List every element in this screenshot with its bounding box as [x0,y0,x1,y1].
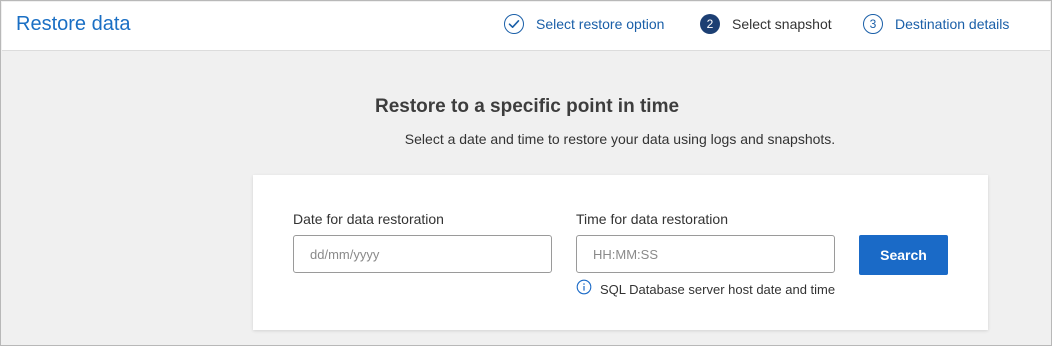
step-label-select-snapshot: Select snapshot [732,16,832,32]
info-icon [576,279,592,300]
step-select-restore-option[interactable]: Select restore option [504,12,664,36]
time-hint: SQL Database server host date and time [576,279,835,300]
step-label-select-restore-option: Select restore option [536,16,665,32]
page-title: Restore data [16,13,131,35]
search-button[interactable]: Search [859,235,948,275]
step-label-destination-details: Destination details [895,16,1010,32]
date-input[interactable] [293,235,552,273]
restore-form-card: Date for data restoration Time for data … [253,175,988,330]
step-number-2: 2 [700,14,720,34]
time-input[interactable] [576,235,835,273]
check-icon [504,14,524,34]
section-heading: Restore to a specific point in time [374,96,680,117]
time-hint-text: SQL Database server host date and time [600,282,836,297]
header-bar: Restore data Select restore option 2 Sel… [2,2,1050,51]
time-field-label: Time for data restoration [576,211,728,227]
date-field-label: Date for data restoration [293,211,444,227]
step-number-3: 3 [863,14,883,34]
step-destination-details[interactable]: 3 Destination details [863,12,1009,36]
section-subheading: Select a date and time to restore your d… [404,131,836,147]
step-select-snapshot[interactable]: 2 Select snapshot [700,12,832,36]
window-frame: Restore data Select restore option 2 Sel… [0,0,1052,346]
